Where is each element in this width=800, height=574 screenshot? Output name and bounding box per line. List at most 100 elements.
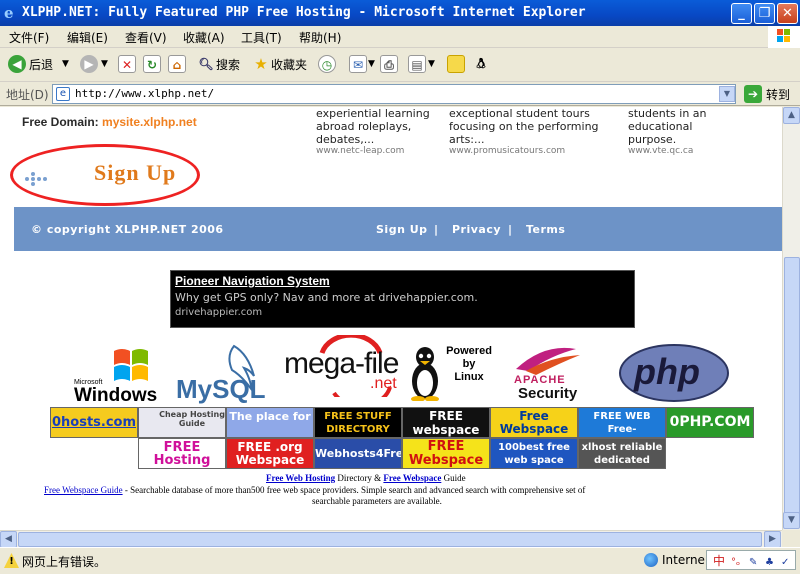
- address-dropdown-icon[interactable]: ▼: [719, 86, 735, 102]
- mega-file-logo: mega-file .net: [282, 335, 406, 397]
- back-button-label[interactable]: 后退: [29, 56, 53, 73]
- vertical-scrollbar[interactable]: ▲ ▼: [782, 107, 800, 530]
- vertical-scroll-thumb[interactable]: [784, 257, 800, 517]
- windows-logo: Microsoft Windows: [70, 343, 162, 406]
- page-content: experiential learning abroad roleplays, …: [0, 107, 782, 530]
- badge-0php[interactable]: 0PHP.COM: [666, 407, 754, 438]
- scroll-down-icon[interactable]: ▼: [783, 512, 800, 529]
- footer-link-terms[interactable]: Terms: [526, 223, 565, 236]
- horizontal-scrollbar[interactable]: ◀ ▶: [0, 530, 782, 548]
- favorites-star-icon[interactable]: ★: [252, 55, 270, 73]
- php-logo: php: [618, 343, 730, 403]
- badge-0hosts[interactable]: 0hosts.com: [50, 407, 138, 438]
- scroll-up-icon[interactable]: ▲: [783, 107, 800, 124]
- bottom-line-1: Free Web Hosting Directory & Free Webspa…: [266, 473, 466, 483]
- badge-free-webspace-net[interactable]: FREE webspace: [402, 407, 490, 438]
- favorites-button-label[interactable]: 收藏夹: [271, 56, 307, 73]
- home-icon[interactable]: ⌂: [168, 55, 186, 73]
- mail-icon[interactable]: ✉: [349, 55, 367, 73]
- badge-free-webhosts[interactable]: FREE WEB Free-Webhosts.com: [578, 407, 666, 438]
- menu-view[interactable]: 查看(V): [125, 29, 167, 46]
- windows-flag-icon: [768, 26, 800, 48]
- free-web-hosting-link[interactable]: Free Web Hosting: [266, 473, 335, 483]
- svg-text:中: 中: [713, 553, 725, 568]
- horizontal-scroll-thumb[interactable]: [18, 532, 762, 547]
- badge-free-webspace[interactable]: Free Webspace: [490, 407, 578, 438]
- scroll-corner: [782, 530, 800, 547]
- ad-url[interactable]: www.promusicatours.com: [449, 146, 599, 156]
- menu-bar: 文件(F) 编辑(E) 查看(V) 收藏(A) 工具(T) 帮助(H): [0, 26, 800, 48]
- free-webspace-guide-link[interactable]: Free Webspace Guide: [44, 485, 123, 495]
- linux-logo: Powered by Linux: [410, 345, 496, 405]
- qq-penguin-icon[interactable]: 🐧︎: [472, 55, 490, 73]
- free-domain-label: Free Domain:: [22, 115, 99, 129]
- ad-snippet-3[interactable]: students in an educational purpose. www.…: [628, 107, 707, 156]
- notes-icon[interactable]: [447, 55, 465, 73]
- svg-text:✎: ✎: [749, 557, 757, 568]
- mail-dropdown-icon[interactable]: ▼: [368, 59, 375, 69]
- back-arrow-icon[interactable]: ◀: [8, 55, 26, 73]
- edit-dropdown-icon[interactable]: ▼: [428, 59, 435, 69]
- search-button-label[interactable]: 搜索: [216, 56, 240, 73]
- minimize-button[interactable]: _: [731, 3, 752, 24]
- edit-icon[interactable]: ▤: [408, 55, 426, 73]
- ad-url[interactable]: www.vte.qc.ca: [628, 146, 707, 156]
- close-button[interactable]: ✕: [777, 3, 798, 24]
- address-url[interactable]: http://www.xlphp.net/: [75, 87, 214, 100]
- svg-text:♣: ♣: [765, 557, 774, 568]
- menu-tools[interactable]: 工具(T): [241, 29, 282, 46]
- warning-icon[interactable]: !: [4, 553, 19, 568]
- free-webspace-link[interactable]: Free Webspace: [383, 473, 441, 483]
- security-zone-text: Interne: [662, 553, 705, 567]
- menu-edit[interactable]: 编辑(E): [67, 29, 108, 46]
- print-icon[interactable]: ⎙: [380, 55, 398, 73]
- stop-icon[interactable]: ✕: [118, 55, 136, 73]
- forward-arrow-icon[interactable]: ▶: [80, 55, 98, 73]
- ime-toolbar[interactable]: 中 °ₒ ✎ ♣ ✓: [706, 550, 796, 570]
- free-domain-line: Free Domain: mysite.xlphp.net: [22, 115, 197, 129]
- menu-file[interactable]: 文件(F): [9, 29, 49, 46]
- title-bar[interactable]: e XLPHP.NET: Fully Featured PHP Free Hos…: [0, 0, 800, 26]
- menu-favorites[interactable]: 收藏(A): [183, 29, 225, 46]
- badge-free-hosting[interactable]: FREE Hosting: [138, 438, 226, 469]
- address-input[interactable]: e http://www.xlphp.net/ ▼: [52, 84, 736, 104]
- bottom-line-3: searchable parameters are available.: [312, 496, 442, 506]
- refresh-icon[interactable]: ↻: [143, 55, 161, 73]
- free-domain-value: mysite.xlphp.net: [102, 115, 197, 129]
- go-button-label[interactable]: 转到: [766, 86, 790, 103]
- go-arrow-icon[interactable]: ➔: [744, 85, 762, 103]
- window-title: XLPHP.NET: Fully Featured PHP Free Hosti…: [22, 5, 586, 20]
- badge-free-webspace-2[interactable]: FREE Webspace: [402, 438, 490, 469]
- pioneer-ad-url[interactable]: drivehappier.com: [175, 307, 262, 318]
- copyright-text: © copyright XLPHP.NET 2006: [31, 223, 224, 236]
- ad-snippet-1[interactable]: experiential learning abroad roleplays, …: [316, 107, 430, 156]
- signup-label: Sign Up: [94, 160, 177, 185]
- badge-webhosts4free[interactable]: Webhosts4Free: [314, 438, 402, 469]
- footer-link-signup[interactable]: Sign Up: [376, 223, 428, 236]
- badge-free-org-webspace[interactable]: FREE .org Webspace: [226, 438, 314, 469]
- scroll-right-icon[interactable]: ▶: [764, 531, 781, 548]
- badge-xlhost[interactable]: xlhost reliable dedicated servers: [578, 438, 666, 469]
- badge-the-place-for[interactable]: The place for: [226, 407, 314, 438]
- badge-free-stuff-directory[interactable]: FREE STUFF DIRECTORY: [314, 407, 402, 438]
- pioneer-ad-desc: Why get GPS only? Nav and more at driveh…: [175, 291, 478, 304]
- ad-url[interactable]: www.netc-leap.com: [316, 146, 430, 156]
- history-icon[interactable]: ◷: [318, 55, 336, 73]
- footer-link-privacy[interactable]: Privacy: [452, 223, 501, 236]
- badge-cheap-hosting-guide[interactable]: Cheap Hosting Guide: [138, 407, 226, 438]
- scroll-left-icon[interactable]: ◀: [0, 531, 17, 548]
- forward-dropdown-icon[interactable]: ▼: [101, 59, 108, 69]
- back-dropdown-icon[interactable]: ▼: [62, 59, 69, 69]
- svg-text:✓: ✓: [781, 557, 789, 568]
- ie-logo-icon: e: [4, 4, 14, 22]
- badge-100best[interactable]: 100best free web space providers: [490, 438, 578, 469]
- maximize-button[interactable]: ❐: [754, 3, 775, 24]
- ad-snippet-2[interactable]: exceptional student tours focusing on th…: [449, 107, 599, 156]
- menu-help[interactable]: 帮助(H): [299, 29, 341, 46]
- bottom-line-2: Free Webspace Guide - Searchable databas…: [44, 485, 586, 495]
- signup-button[interactable]: Sign Up: [10, 144, 200, 206]
- pioneer-ad-title[interactable]: Pioneer Navigation System: [175, 274, 330, 288]
- search-icon[interactable]: 🔍︎: [197, 55, 215, 73]
- footer-separator: |: [508, 223, 513, 236]
- pioneer-ad[interactable]: Pioneer Navigation System Why get GPS on…: [170, 270, 635, 328]
